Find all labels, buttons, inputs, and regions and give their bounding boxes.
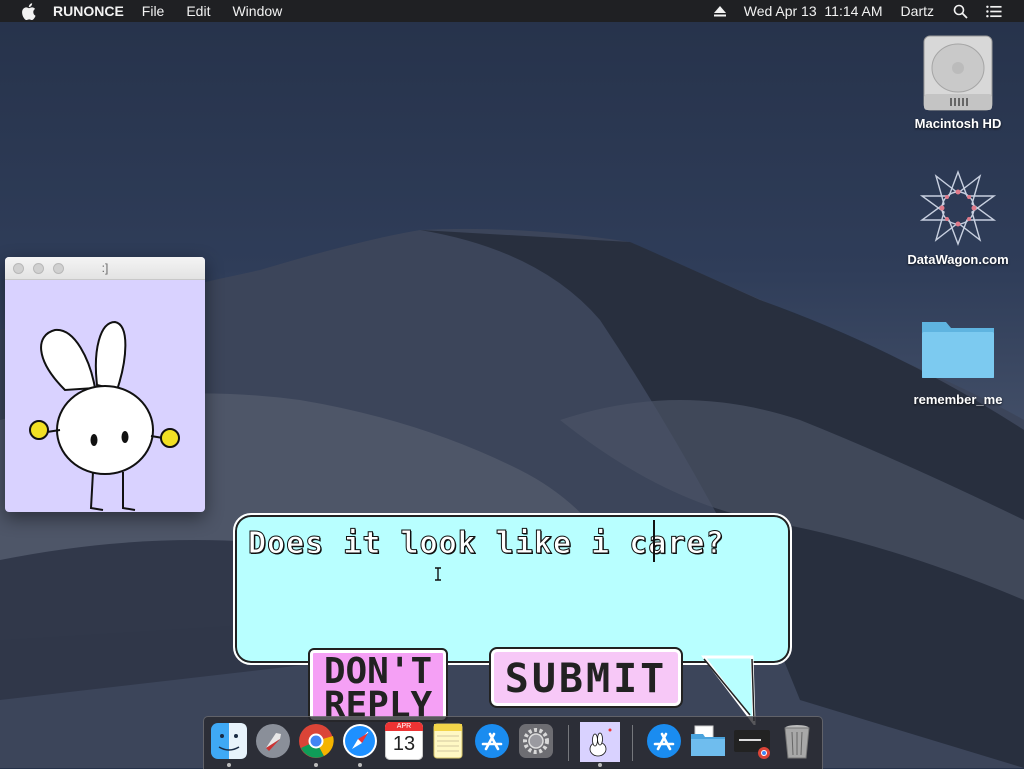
clock-time: 11:14 AM <box>824 3 883 19</box>
launchpad-icon[interactable] <box>254 722 292 760</box>
menu-window[interactable]: Window <box>232 3 282 19</box>
desktop-icon-macintosh-hd[interactable]: Macintosh HD <box>903 32 1013 131</box>
desktop-icon-remember-me[interactable]: remember_me <box>903 308 1013 407</box>
eject-icon[interactable] <box>713 5 726 17</box>
dock: APR 13 <box>203 716 823 769</box>
finder-icon[interactable] <box>210 722 248 760</box>
app-store-folder-icon[interactable] <box>645 722 683 760</box>
window-titlebar[interactable]: :] <box>5 257 205 280</box>
calendar-icon[interactable]: APR 13 <box>385 722 423 760</box>
running-indicator <box>598 763 602 767</box>
clock[interactable]: Wed Apr 13 11:14 AM <box>744 3 883 19</box>
dock-separator <box>632 725 633 761</box>
calendar-day: 13 <box>392 733 416 755</box>
bunny-window: :] <box>5 257 205 512</box>
running-indicator <box>227 763 231 767</box>
running-indicator <box>314 763 318 767</box>
chrome-icon[interactable] <box>297 722 335 760</box>
calendar-month: APR <box>385 722 423 731</box>
desktop-icon-label: Macintosh HD <box>914 116 1002 131</box>
folder-icon[interactable] <box>689 722 727 760</box>
app-store-icon[interactable] <box>473 722 511 760</box>
desktop-icon-label: remember_me <box>913 392 1003 407</box>
window-title: :] <box>101 261 109 275</box>
speech-bubble-tail <box>700 655 756 725</box>
notification-center-icon[interactable] <box>986 3 1002 19</box>
dock-separator <box>568 725 569 761</box>
desktop-icon-datawagon[interactable]: DataWagon.com <box>903 168 1013 267</box>
running-indicator <box>358 763 362 767</box>
hard-drive-icon <box>923 35 993 111</box>
safari-icon[interactable] <box>341 722 379 760</box>
spotlight-search-icon[interactable] <box>952 3 968 19</box>
system-preferences-icon[interactable] <box>517 722 555 760</box>
desktop-icon-label: DataWagon.com <box>907 252 1009 267</box>
app-menu[interactable]: RUNONCE <box>53 3 124 19</box>
trash-icon[interactable] <box>778 722 816 760</box>
dont-reply-label-line1: DON'T <box>323 651 433 692</box>
menu-file[interactable]: File <box>142 3 165 19</box>
text-caret <box>653 520 655 562</box>
geometric-star-icon <box>919 170 997 246</box>
clock-date: Wed Apr 13 <box>743 3 817 19</box>
submit-button[interactable]: SUBMIT <box>489 647 683 708</box>
folder-icon <box>922 322 994 378</box>
bunny-illustration <box>29 320 180 511</box>
menu-edit[interactable]: Edit <box>186 3 210 19</box>
notes-icon[interactable] <box>429 722 467 760</box>
terminal-chrome-icon[interactable] <box>733 722 771 760</box>
apple-icon[interactable] <box>19 2 37 20</box>
dont-reply-button[interactable]: DON'T REPLY <box>308 648 448 722</box>
user-menu[interactable]: Dartz <box>901 3 934 19</box>
menu-bar: RUNONCE File Edit Window Wed Apr 13 11:1… <box>0 0 1024 22</box>
ibeam-cursor-icon <box>435 567 441 581</box>
bunny-app-icon[interactable] <box>580 722 620 762</box>
